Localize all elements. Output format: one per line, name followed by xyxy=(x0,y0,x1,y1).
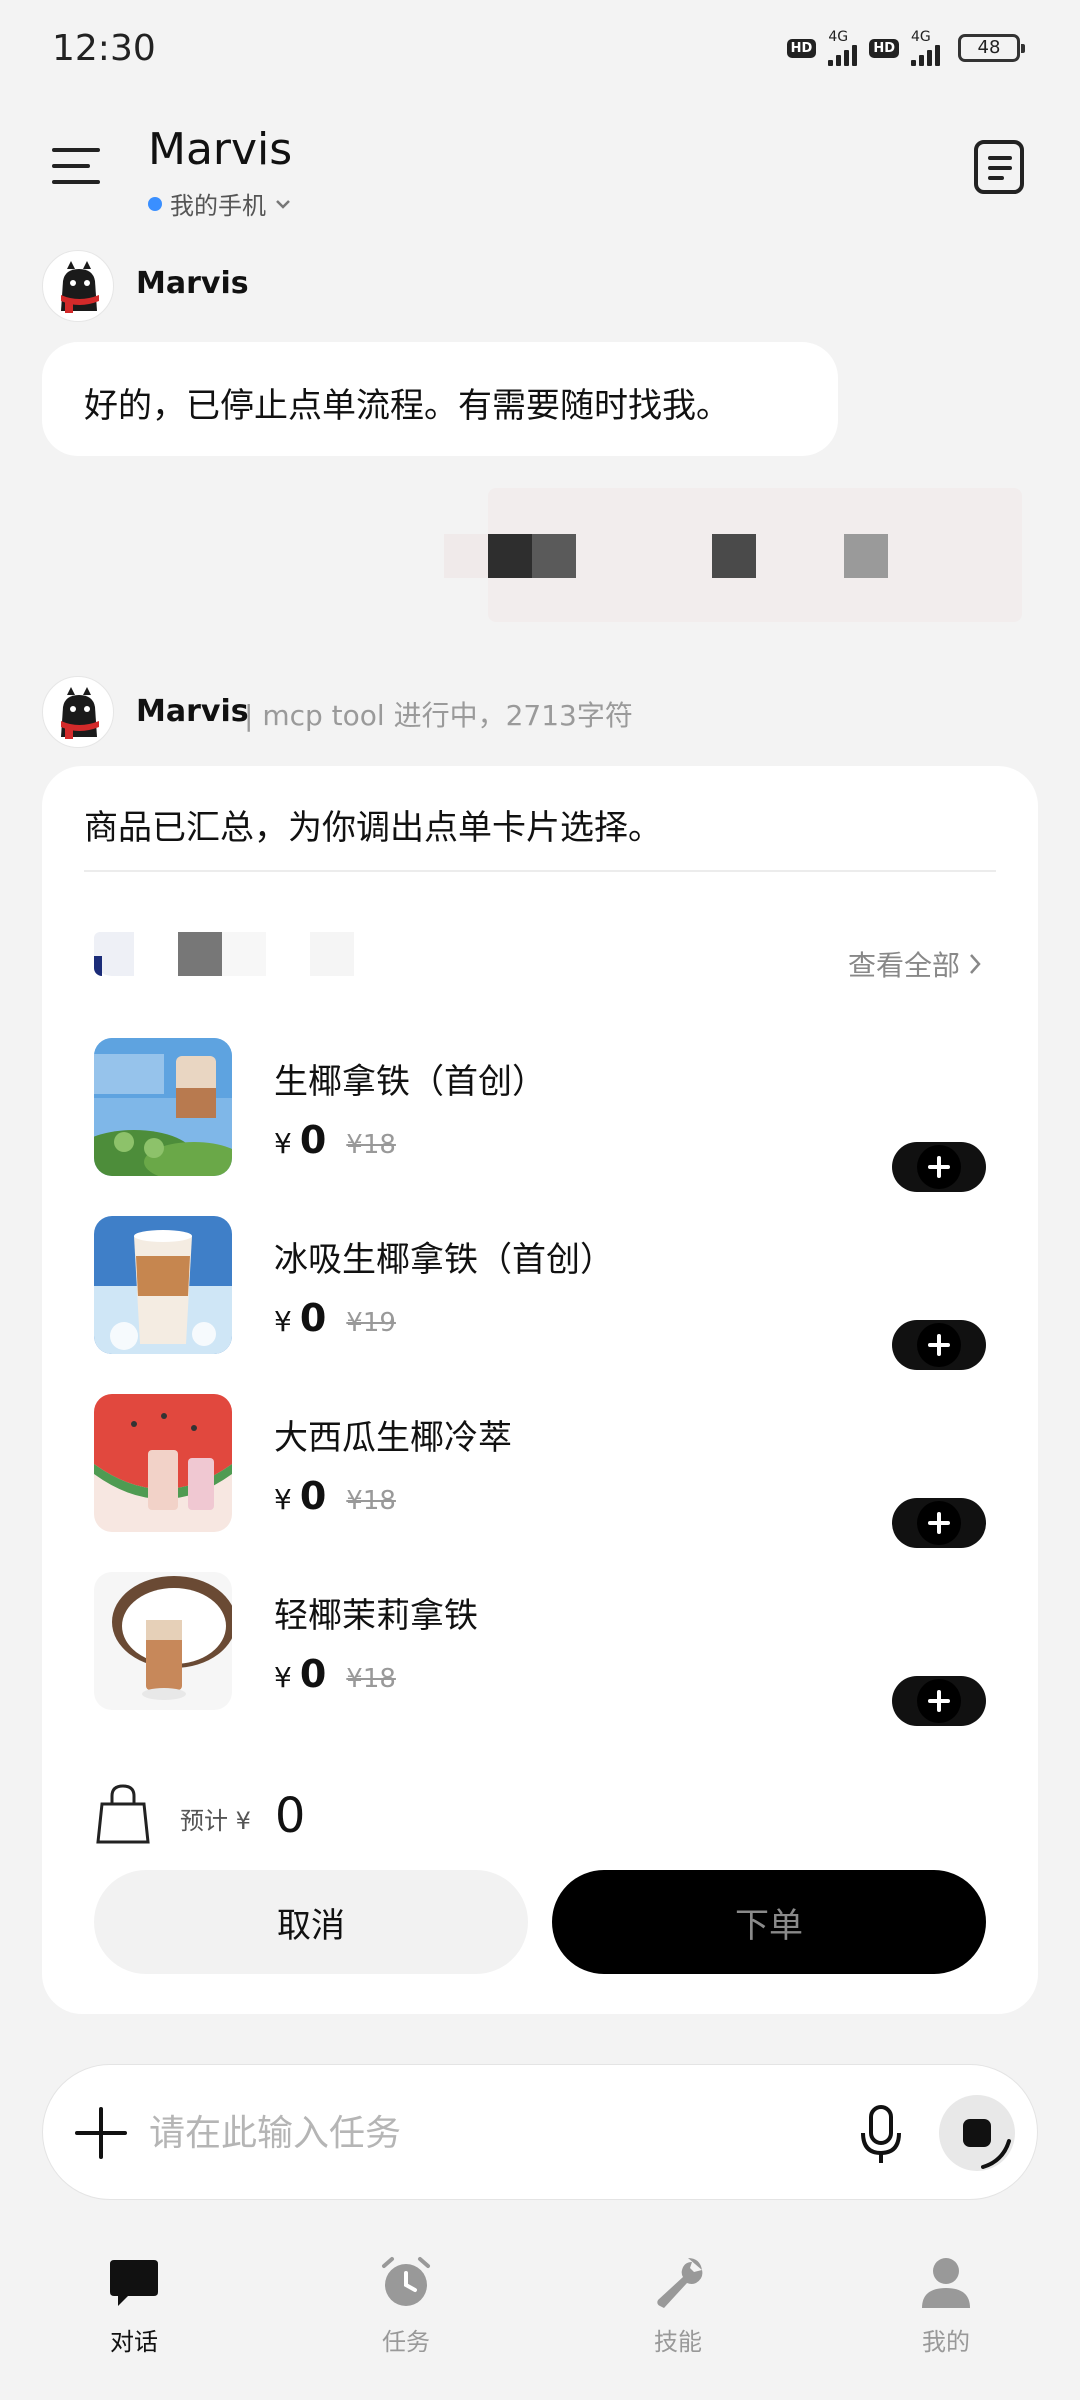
add-attachment-icon[interactable] xyxy=(75,2107,127,2159)
chat-icon xyxy=(110,2260,158,2306)
network-type: 4G xyxy=(828,29,849,45)
wrench-icon xyxy=(657,2258,703,2308)
menu-icon[interactable] xyxy=(52,144,104,188)
store-name-redacted xyxy=(94,932,354,980)
currency-symbol: ¥ xyxy=(274,1127,292,1160)
product-name[interactable]: 生椰拿铁（首创） xyxy=(274,1054,546,1103)
device-selector[interactable]: 我的手机 xyxy=(148,186,292,221)
status-time: 12:30 xyxy=(52,28,156,69)
nav-item-skills[interactable]: 技能 xyxy=(608,2254,748,2374)
signal-icon xyxy=(828,44,858,66)
nav-item-profile[interactable]: 我的 xyxy=(876,2254,1016,2374)
mascot-icon xyxy=(61,687,99,739)
tool-status: | mcp tool 进行中，2713字符 xyxy=(244,699,633,732)
shopping-bag-icon xyxy=(96,1784,150,1844)
original-price: ¥19 xyxy=(346,1308,396,1338)
device-label: 我的手机 xyxy=(170,192,266,220)
sender-name: Marvis xyxy=(136,266,249,301)
product-item: 大西瓜生椰冷萃 ¥ 0 ¥18 xyxy=(42,1394,1038,1550)
original-price: ¥18 xyxy=(346,1486,396,1516)
message-bubble: 好的，已停止点单流程。有需要随时找我。 xyxy=(42,342,838,456)
product-item: 生椰拿铁（首创） ¥ 0 ¥18 xyxy=(42,1038,1038,1194)
signal-icon xyxy=(911,44,940,66)
currency-symbol: ¥ xyxy=(274,1305,292,1338)
bottom-nav: 对话 任务 技能 我的 xyxy=(0,2240,1080,2400)
network-type: 4G xyxy=(911,29,931,45)
current-price: 0 xyxy=(299,1296,327,1340)
current-price: 0 xyxy=(299,1118,327,1162)
user-icon xyxy=(922,2258,970,2308)
task-input[interactable] xyxy=(149,2095,849,2171)
status-icons: HD 4G HD 4G 48 xyxy=(786,29,1025,66)
nav-label: 对话 xyxy=(110,2328,158,2356)
hd-badge: HD xyxy=(869,38,899,58)
product-image[interactable] xyxy=(94,1216,232,1354)
plus-icon xyxy=(917,1323,961,1367)
nav-item-chat[interactable]: 对话 xyxy=(64,2254,204,2374)
add-to-cart-button[interactable] xyxy=(892,1142,986,1192)
total-row: 预计 ¥ 0 xyxy=(94,1774,305,1844)
chevron-down-icon xyxy=(276,199,290,209)
product-item: 冰吸生椰拿铁（首创） ¥ 0 ¥19 xyxy=(42,1216,1038,1372)
current-price: 0 xyxy=(299,1474,327,1518)
price-row: ¥ 0 ¥18 xyxy=(274,1118,396,1162)
currency-symbol: ¥ xyxy=(274,1661,292,1694)
product-image[interactable] xyxy=(94,1572,232,1710)
price-row: ¥ 0 ¥18 xyxy=(274,1474,396,1518)
nav-label: 任务 xyxy=(382,2328,430,2356)
sender-name: Marvis xyxy=(136,694,249,729)
add-to-cart-button[interactable] xyxy=(892,1498,986,1548)
task-input-bar xyxy=(42,2064,1038,2200)
user-message-bubble xyxy=(444,488,1022,622)
cancel-button[interactable]: 取消 xyxy=(94,1870,528,1974)
network-indicator: 4G xyxy=(828,29,858,66)
nav-item-tasks[interactable]: 任务 xyxy=(336,2254,476,2374)
total-label: 预计 ¥ xyxy=(180,1807,251,1835)
status-bar: 12:30 HD 4G HD 4G 48 xyxy=(0,0,1080,100)
price-row: ¥ 0 ¥18 xyxy=(274,1652,396,1696)
avatar xyxy=(42,250,114,322)
stop-button[interactable] xyxy=(939,2095,1015,2171)
message-text: 好的，已停止点单流程。有需要随时找我。 xyxy=(84,386,730,426)
divider xyxy=(84,870,996,872)
hd-badge: HD xyxy=(786,38,817,58)
currency-symbol: ¥ xyxy=(274,1483,292,1516)
product-name[interactable]: 大西瓜生椰冷萃 xyxy=(274,1410,512,1459)
product-item: 轻椰茉莉拿铁 ¥ 0 ¥18 xyxy=(42,1572,1038,1728)
view-all-link[interactable]: 查看全部 xyxy=(848,944,984,984)
place-order-button[interactable]: 下单 xyxy=(552,1870,986,1974)
current-price: 0 xyxy=(299,1652,327,1696)
plus-icon xyxy=(917,1145,961,1189)
add-to-cart-button[interactable] xyxy=(892,1676,986,1726)
notes-icon[interactable] xyxy=(974,140,1024,194)
original-price: ¥18 xyxy=(346,1130,396,1160)
clock-icon xyxy=(382,2257,430,2306)
add-to-cart-button[interactable] xyxy=(892,1320,986,1370)
product-name[interactable]: 冰吸生椰拿铁（首创） xyxy=(274,1232,614,1281)
plus-icon xyxy=(917,1679,961,1723)
card-message: 商品已汇总，为你调出点单卡片选择。 xyxy=(84,808,662,848)
view-all-label: 查看全部 xyxy=(847,949,960,982)
order-card: 商品已汇总，为你调出点单卡片选择。 查看全部 生椰拿铁（首创） ¥ 0 ¥18 … xyxy=(42,766,1038,2014)
total-value: 0 xyxy=(274,1788,306,1844)
original-price: ¥18 xyxy=(346,1664,396,1694)
network-indicator: 4G xyxy=(911,30,940,66)
header: Marvis 我的手机 xyxy=(0,110,1080,240)
product-image[interactable] xyxy=(94,1394,232,1532)
device-status-dot xyxy=(148,196,162,211)
nav-label: 我的 xyxy=(922,2328,970,2356)
plus-icon xyxy=(917,1501,961,1545)
chevron-right-icon xyxy=(970,954,981,974)
nav-label: 技能 xyxy=(654,2328,702,2356)
avatar xyxy=(42,676,114,748)
app-title: Marvis xyxy=(148,124,293,175)
mascot-icon xyxy=(61,261,99,313)
battery-icon: 48 xyxy=(958,34,1025,62)
product-image[interactable] xyxy=(94,1038,232,1176)
product-name[interactable]: 轻椰茉莉拿铁 xyxy=(274,1588,478,1637)
microphone-icon[interactable] xyxy=(853,2103,909,2167)
price-row: ¥ 0 ¥19 xyxy=(274,1296,396,1340)
